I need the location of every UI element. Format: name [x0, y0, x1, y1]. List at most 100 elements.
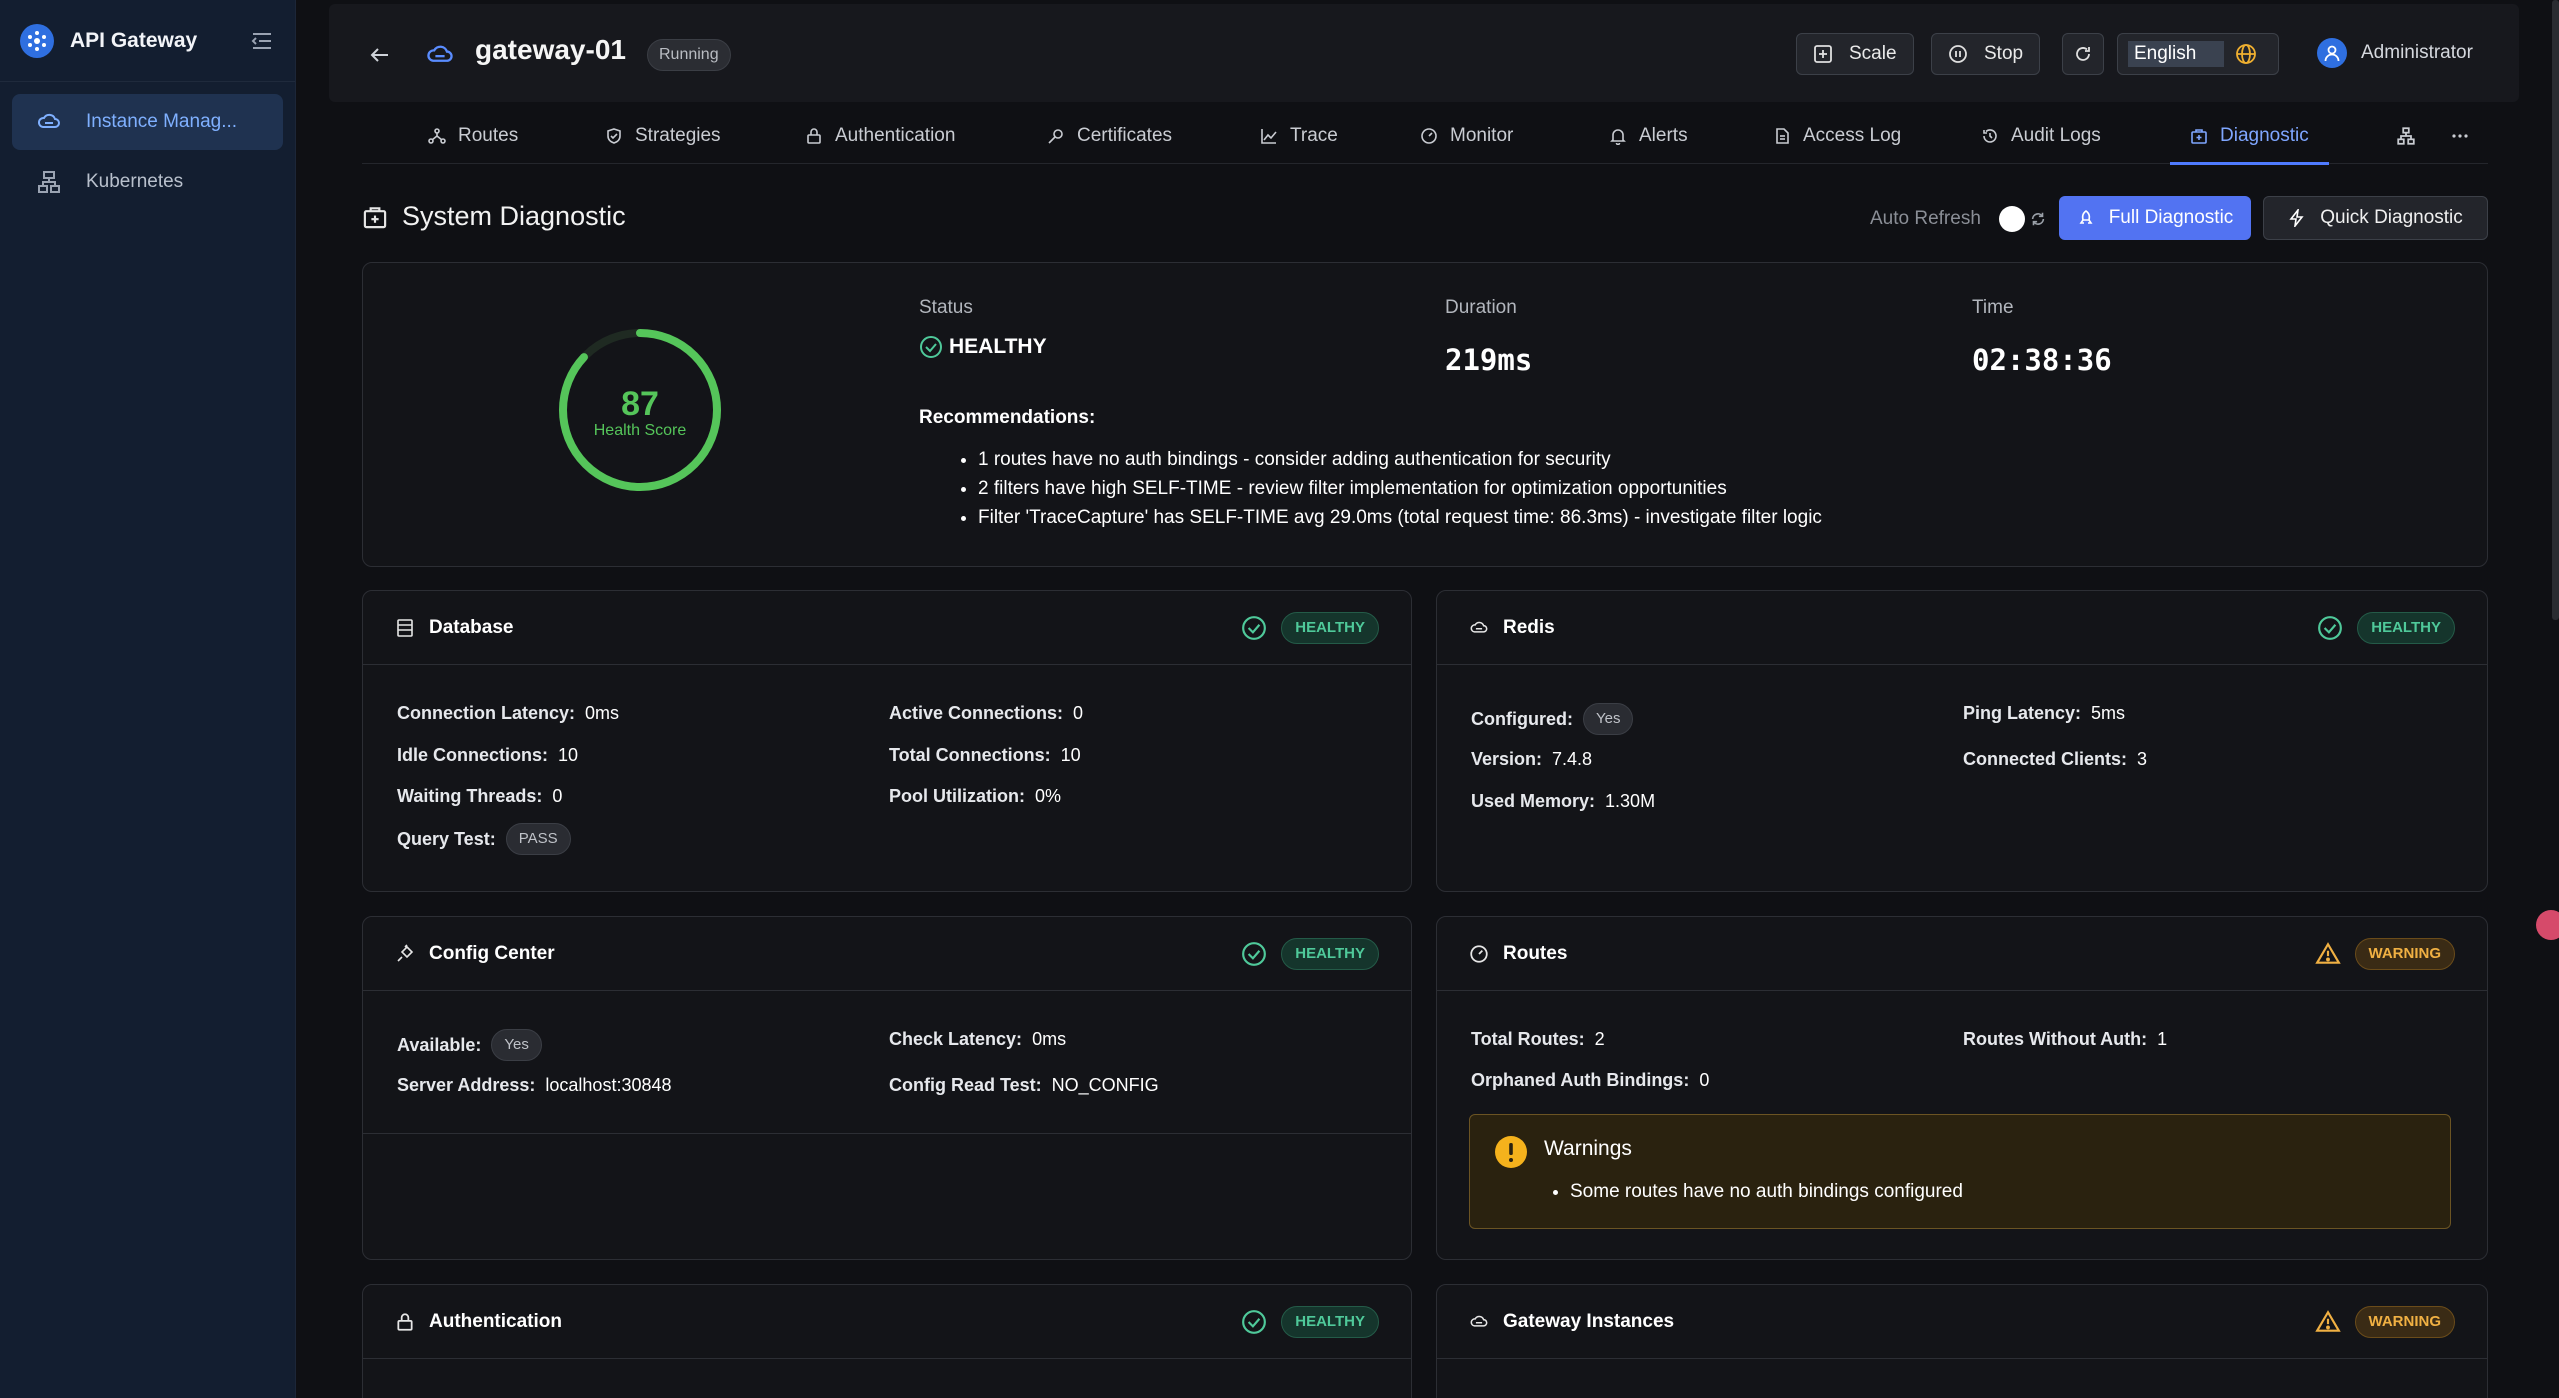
warning-triangle-icon	[2314, 941, 2341, 964]
card-header: Gateway Instances WARNING	[1437, 1285, 2487, 1359]
stop-button[interactable]: Stop	[1931, 33, 2041, 75]
connection-latency: Connection Latency: 0ms	[397, 703, 620, 723]
tab-topology[interactable]	[2396, 108, 2428, 164]
database-card: Database HEALTHY Connection Latency: 0ms …	[362, 590, 1412, 892]
sidebar: API Gateway Instance Manag... Kubernetes	[0, 0, 296, 1398]
plug-icon	[397, 943, 414, 962]
query-test: Query Test: PASS	[397, 823, 571, 855]
routes-card: Routes WARNING Total Routes: 2 Routes Wit…	[1436, 916, 2488, 1260]
tab-audit-logs[interactable]: Audit Logs	[1981, 108, 2101, 164]
list-item: 1 routes have no auth bindings - conside…	[978, 445, 1822, 474]
diagnostic-summary: 87 Health Score Status HEALTHY Duration …	[362, 262, 2488, 567]
warning-triangle-icon	[2314, 1309, 2341, 1332]
ping-latency: Ping Latency: 5ms	[1963, 703, 2126, 723]
sidebar-item-label: Instance Manag...	[86, 111, 238, 132]
tab-access-log[interactable]: Access Log	[1773, 108, 1901, 164]
back-arrow-icon[interactable]	[367, 42, 393, 68]
lightning-icon	[2289, 209, 2304, 227]
language-select[interactable]: English	[2117, 33, 2279, 75]
status-badge: Running	[647, 39, 731, 71]
scale-button[interactable]: Scale	[1796, 33, 1914, 75]
routes-without-auth: Routes Without Auth: 1	[1963, 1029, 2168, 1049]
key-icon	[1048, 129, 1063, 144]
orphaned-auth-bindings: Orphaned Auth Bindings: 0	[1471, 1070, 1710, 1090]
tab-strategies[interactable]: Strategies	[605, 108, 721, 164]
globe-icon	[2236, 44, 2256, 64]
card-header: Redis HEALTHY	[1437, 591, 2487, 665]
pool-utilization: Pool Utilization: 0%	[889, 786, 1061, 806]
gateway-cloud-icon	[425, 40, 455, 70]
tab-authentication[interactable]: Authentication	[805, 108, 955, 164]
exclamation-icon	[1495, 1136, 1527, 1168]
full-diagnostic-label: Full Diagnostic	[2108, 207, 2234, 228]
status-badge: HEALTHY	[1281, 611, 1379, 644]
tab-label: Alerts	[1639, 125, 1688, 146]
tab-label: Diagnostic	[2220, 125, 2309, 146]
config-center-card: Config Center HEALTHY Available: Yes Chec…	[362, 916, 1412, 1260]
gauge-icon	[1421, 128, 1437, 144]
card-title: Redis	[1503, 616, 1555, 638]
card-title: Routes	[1503, 942, 1568, 964]
recommendations-list: 1 routes have no auth bindings - conside…	[978, 445, 1822, 532]
card-title: Config Center	[429, 942, 555, 964]
sync-icon	[2031, 212, 2045, 226]
redis-card: Redis HEALTHY Configured: Yes Ping Latenc…	[1436, 590, 2488, 892]
tab-routes[interactable]: Routes	[428, 108, 518, 164]
floating-helper-icon[interactable]	[2536, 910, 2559, 940]
tab-monitor[interactable]: Monitor	[1420, 108, 1513, 164]
full-diagnostic-button[interactable]: Full Diagnostic	[2059, 196, 2251, 240]
status-badge: WARNING	[2354, 937, 2455, 970]
tab-certificates[interactable]: Certificates	[1047, 108, 1172, 164]
sidebar-nav: Instance Manag... Kubernetes	[0, 82, 295, 226]
stop-label: Stop	[1984, 43, 2024, 64]
card-header: Config Center HEALTHY	[363, 917, 1411, 991]
sidebar-item-label: Kubernetes	[86, 171, 184, 192]
recommendations-title: Recommendations:	[919, 407, 1096, 428]
sidebar-item-kubernetes[interactable]: Kubernetes	[12, 154, 283, 210]
card-title: Authentication	[429, 1310, 562, 1332]
card-status: HEALTHY	[1241, 611, 1379, 644]
refresh-icon	[2076, 47, 2090, 61]
card-status: HEALTHY	[2317, 611, 2455, 644]
header-bar: gateway-01 Running Scale Stop English Ad…	[329, 4, 2519, 102]
tab-trace[interactable]: Trace	[1260, 108, 1338, 164]
available-badge: Yes	[491, 1029, 542, 1061]
config-read-test: Config Read Test: NO_CONFIG	[889, 1075, 1159, 1095]
rocket-icon	[2079, 210, 2093, 224]
tab-diagnostic[interactable]: Diagnostic	[2170, 108, 2329, 165]
gateway-logo-icon	[20, 23, 54, 58]
list-item: 2 filters have high SELF-TIME - review f…	[978, 474, 1822, 503]
page-scrollbar[interactable]	[2552, 0, 2559, 620]
menu-collapse-icon[interactable]	[249, 28, 275, 54]
status-label: Status	[919, 297, 973, 318]
user-menu[interactable]: Administrator	[2317, 38, 2473, 68]
tab-alerts[interactable]: Alerts	[1609, 108, 1688, 164]
scale-label: Scale	[1849, 43, 1897, 64]
health-score-value: 87	[621, 385, 659, 423]
refresh-button[interactable]	[2062, 33, 2104, 75]
redis-version: Version: 7.4.8	[1471, 749, 1593, 769]
tab-label: Routes	[458, 125, 519, 146]
card-title: Database	[429, 616, 514, 638]
more-tabs-icon[interactable]	[2450, 108, 2482, 164]
warnings-list: Some routes have no auth bindings config…	[1570, 1181, 1963, 1203]
topology-icon	[2397, 127, 2415, 145]
check-circle-icon	[2318, 615, 2343, 640]
configured: Configured: Yes	[1471, 703, 1634, 735]
ellipsis-icon	[2452, 134, 2468, 138]
warnings-box: Warnings Some routes have no auth bindin…	[1469, 1114, 2451, 1229]
auto-refresh-toggle[interactable]	[1998, 206, 2025, 232]
cloud-icon	[36, 109, 62, 135]
chart-line-icon	[1261, 129, 1277, 144]
list-item: Filter 'TraceCapture' has SELF-TIME avg …	[978, 503, 1822, 532]
status-text: HEALTHY	[949, 335, 1047, 358]
cloud-icon	[1470, 621, 1488, 633]
lock-icon	[807, 128, 821, 144]
page-title-text: System Diagnostic	[402, 201, 626, 231]
card-header: Authentication HEALTHY	[363, 1285, 1411, 1359]
total-connections: Total Connections: 10	[889, 745, 1081, 765]
tab-label: Trace	[1290, 125, 1338, 146]
sidebar-item-instance-management[interactable]: Instance Manag...	[12, 94, 283, 150]
quick-diagnostic-button[interactable]: Quick Diagnostic	[2263, 196, 2488, 240]
avatar	[2317, 38, 2347, 68]
